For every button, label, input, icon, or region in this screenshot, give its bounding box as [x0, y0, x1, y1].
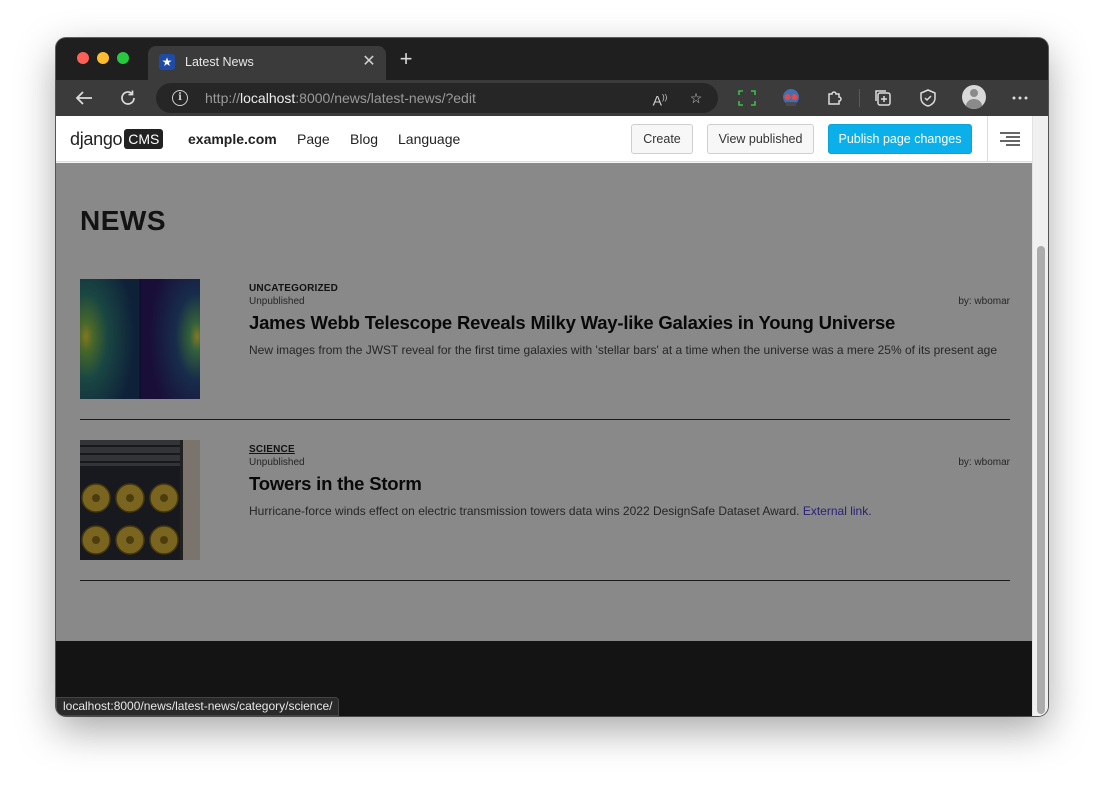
extensions-puzzle-icon[interactable] [823, 86, 847, 110]
cms-menu-language[interactable]: Language [398, 131, 460, 147]
profile-avatar-icon[interactable] [962, 85, 986, 109]
article-title[interactable]: Towers in the Storm [249, 473, 422, 495]
link-status-bar: localhost:8000/news/latest-news/category… [56, 697, 340, 716]
info-icon[interactable]: i [172, 90, 188, 106]
browser-window: ★ Latest News ✕ + i http://localhost:800… [56, 38, 1048, 716]
browser-essentials-icon[interactable] [916, 86, 940, 110]
hamburger-menu-icon [1000, 132, 1020, 146]
extension-glasses-icon[interactable] [779, 86, 803, 110]
close-window-button[interactable] [77, 52, 89, 64]
django-cms-logo[interactable]: django CMS [70, 128, 164, 150]
article-category[interactable]: UNCATEGORIZED [249, 283, 338, 294]
collections-icon[interactable] [871, 86, 895, 110]
minimize-window-button[interactable] [97, 52, 109, 64]
article-author: by: wbomar [958, 296, 1010, 307]
article-item: SCIENCE Unpublished by: wbomar Towers in… [80, 440, 1010, 581]
new-tab-icon[interactable]: + [396, 48, 416, 70]
cms-site-menu[interactable]: example.com [188, 131, 277, 147]
page-title: NEWS [80, 205, 166, 236]
view-published-button[interactable]: View published [707, 124, 814, 154]
tab-latest-news[interactable]: ★ Latest News ✕ [148, 46, 386, 80]
favorite-star-icon[interactable]: ☆ [686, 89, 706, 107]
screenshot-capture-icon[interactable] [735, 86, 759, 110]
external-link[interactable]: External link. [803, 504, 872, 518]
article-thumbnail-galaxy[interactable] [80, 279, 200, 399]
page-content: NEWS UNCATEGORIZED Unpublished by: wboma… [56, 163, 1032, 716]
article-title[interactable]: James Webb Telescope Reveals Milky Way-l… [249, 312, 895, 334]
browser-toolbar: i http://localhost:8000/news/latest-news… [56, 80, 1048, 116]
article-thumbnail-fans[interactable] [80, 440, 200, 560]
tab-bar: ★ Latest News ✕ + [56, 38, 1048, 80]
article-description: Hurricane-force winds effect on electric… [249, 504, 872, 518]
article-category-link[interactable]: SCIENCE [249, 444, 295, 455]
url-text[interactable]: http://localhost:8000/news/latest-news/?… [205, 90, 476, 106]
cms-sidebar-toggle[interactable] [987, 116, 1032, 162]
article-item: UNCATEGORIZED Unpublished by: wbomar Jam… [80, 279, 1010, 420]
article-author: by: wbomar [958, 457, 1010, 468]
cms-menu-blog[interactable]: Blog [350, 131, 378, 147]
maximize-window-button[interactable] [117, 52, 129, 64]
scrollbar-thumb[interactable] [1037, 246, 1045, 714]
tab-title: Latest News [185, 55, 254, 69]
star-favicon-icon: ★ [159, 54, 175, 70]
toolbar-separator [859, 89, 860, 107]
address-bar[interactable]: i http://localhost:8000/news/latest-news… [156, 83, 718, 113]
article-status: Unpublished [249, 457, 305, 468]
article-status: Unpublished [249, 296, 305, 307]
article-description: New images from the JWST reveal for the … [249, 343, 998, 357]
page-scrollbar[interactable] [1032, 116, 1048, 716]
cms-menu-page[interactable]: Page [297, 131, 330, 147]
reload-icon[interactable] [116, 86, 140, 110]
back-arrow-icon[interactable] [72, 86, 96, 110]
publish-page-changes-button[interactable]: Publish page changes [828, 124, 972, 154]
create-button[interactable]: Create [631, 124, 693, 154]
cms-toolbar: django CMS example.com Page Blog Languag… [56, 116, 1032, 162]
page-viewport: django CMS example.com Page Blog Languag… [56, 116, 1048, 716]
read-aloud-icon[interactable]: A)) [650, 89, 670, 109]
close-tab-icon[interactable]: ✕ [360, 53, 378, 71]
more-menu-icon[interactable] [1008, 86, 1032, 110]
